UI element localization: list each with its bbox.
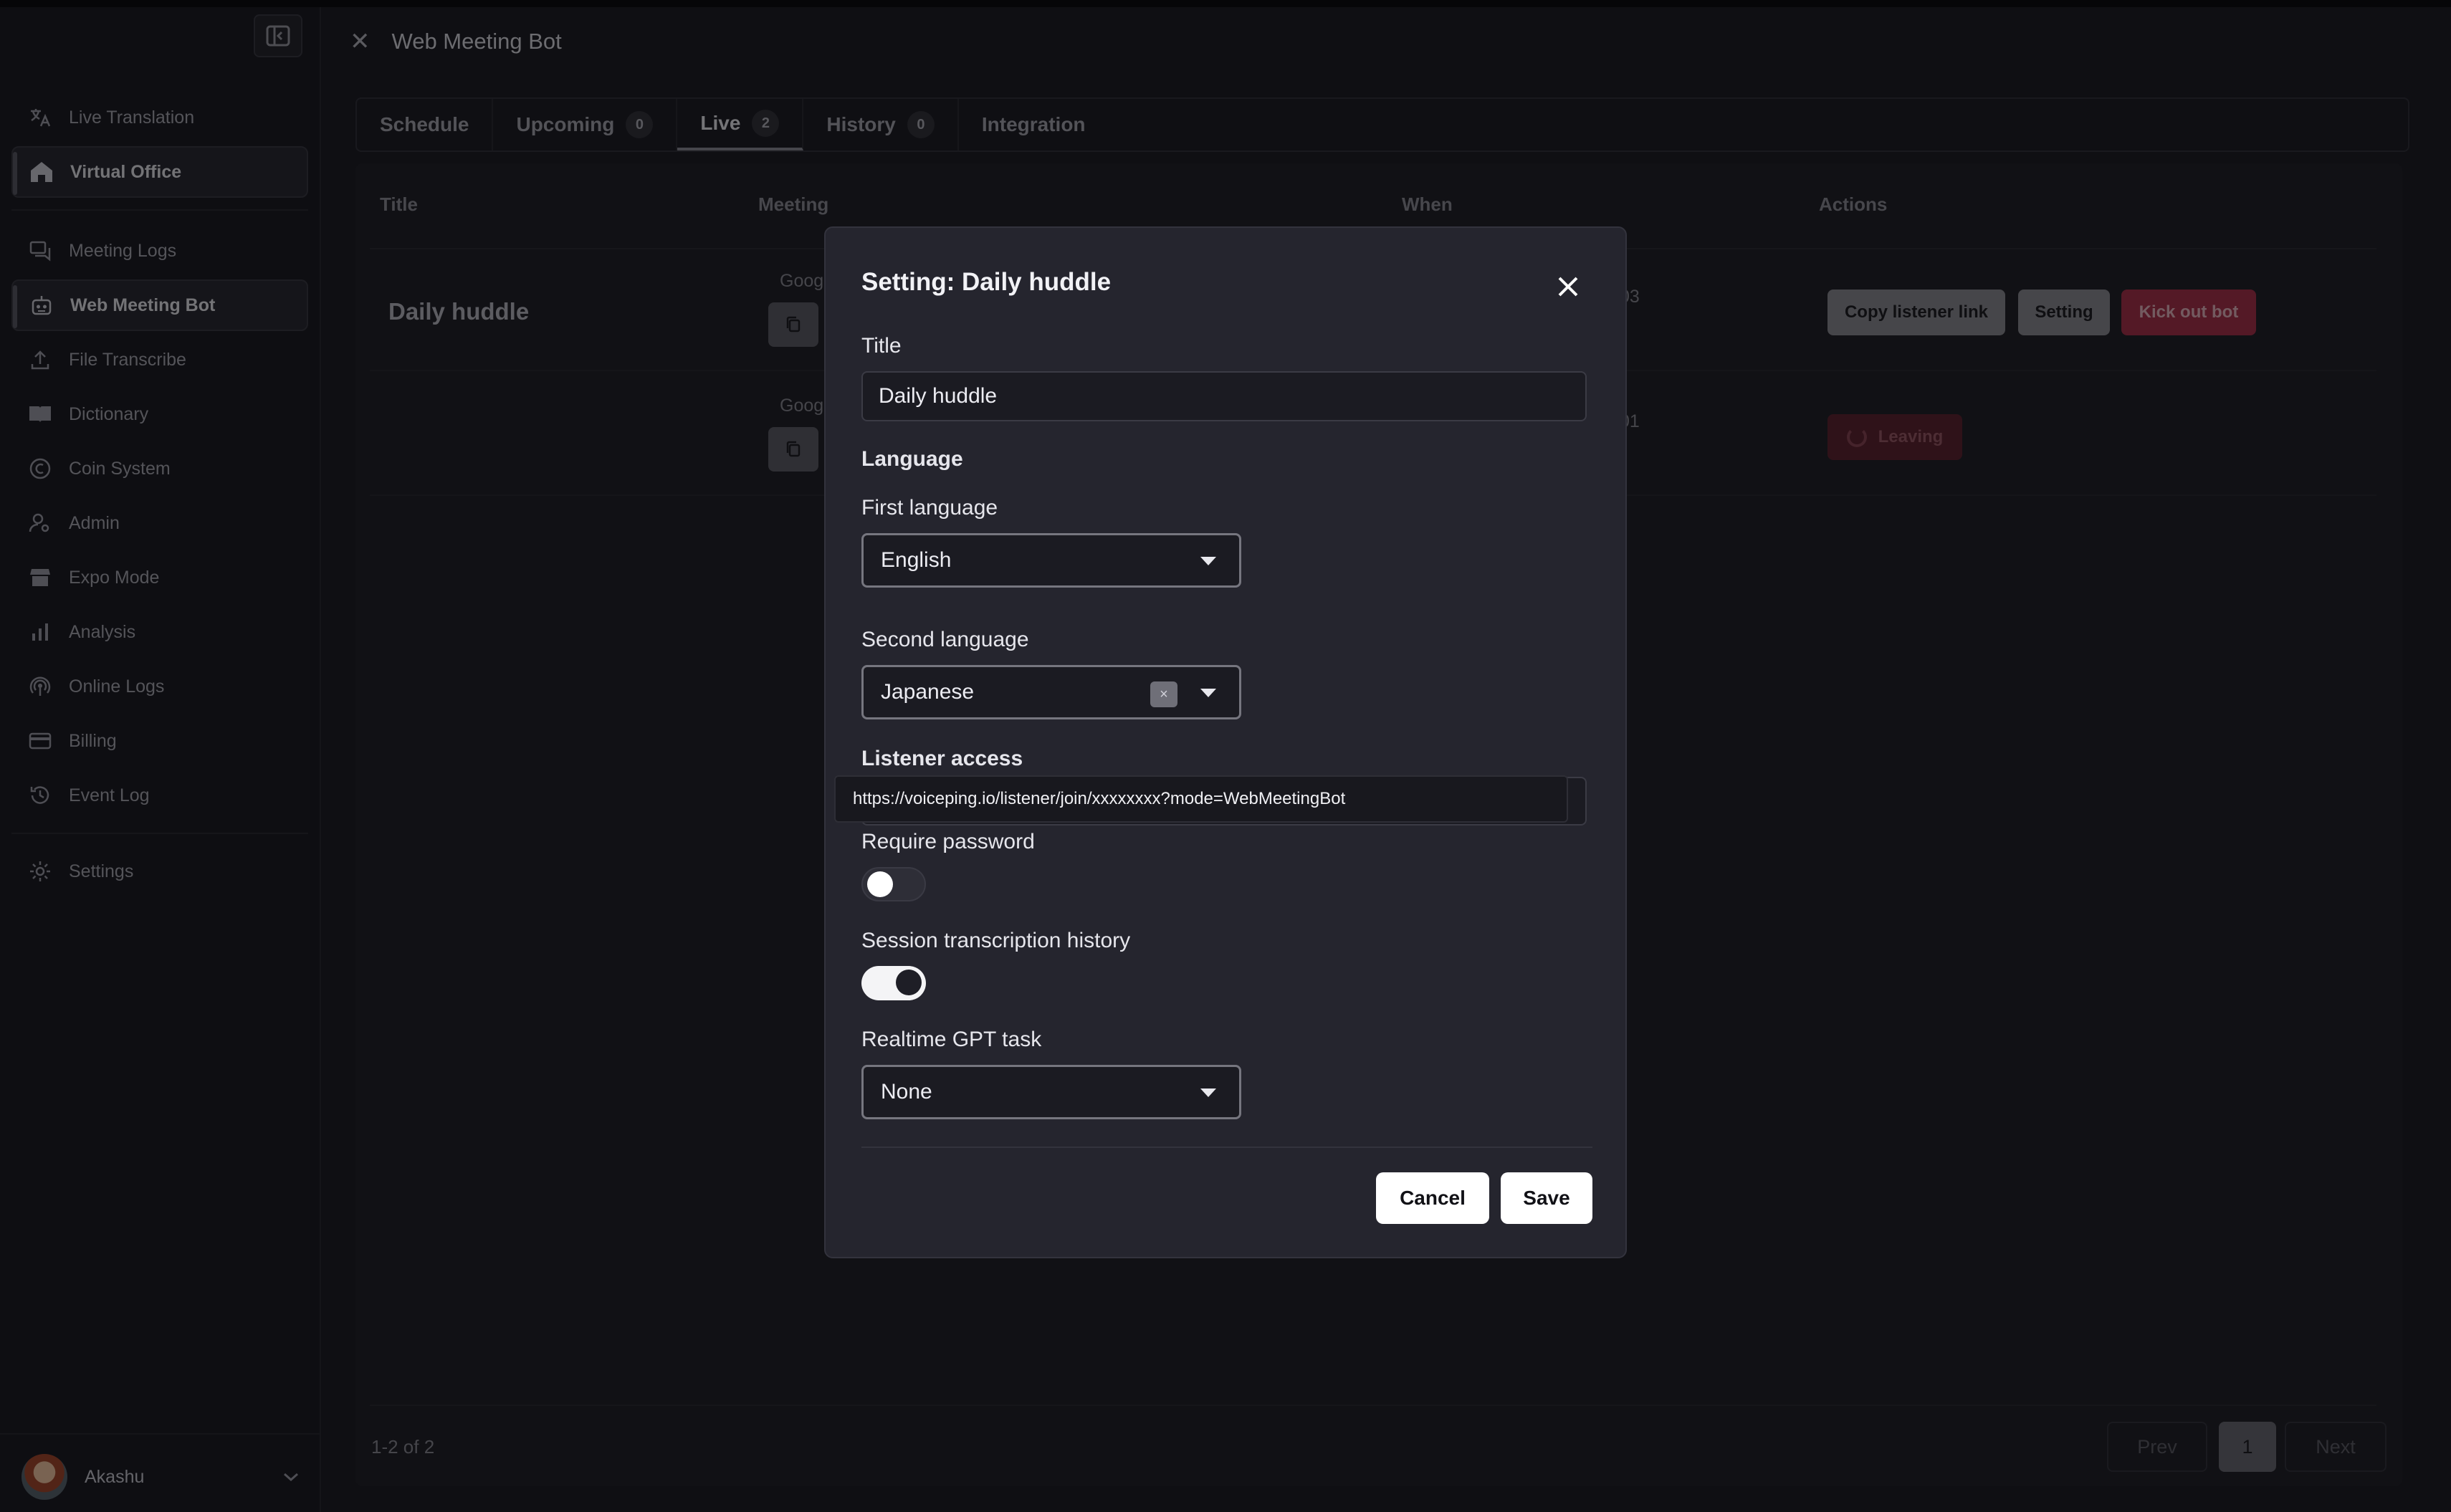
clear-selection-button[interactable]: × bbox=[1150, 681, 1177, 707]
first-language-select[interactable]: English bbox=[861, 533, 1241, 588]
select-value: Japanese bbox=[881, 680, 975, 704]
second-language-label: Second language bbox=[861, 628, 1029, 651]
caret-down-icon bbox=[1200, 689, 1216, 697]
require-password-toggle[interactable] bbox=[861, 867, 926, 901]
listener-url-tooltip: https://voiceping.io/listener/join/xxxxx… bbox=[834, 775, 1568, 823]
session-history-toggle[interactable] bbox=[861, 966, 926, 1000]
caret-down-icon bbox=[1200, 557, 1216, 565]
select-value: English bbox=[881, 548, 952, 572]
toggle-knob bbox=[896, 970, 922, 995]
second-language-select[interactable]: Japanese × bbox=[861, 665, 1241, 719]
gpt-task-label: Realtime GPT task bbox=[861, 1028, 1042, 1051]
close-dialog-button[interactable] bbox=[1549, 268, 1587, 305]
language-heading: Language bbox=[861, 447, 963, 471]
listener-access-label: Listener access bbox=[861, 747, 1023, 770]
title-label: Title bbox=[861, 334, 902, 358]
caret-down-icon bbox=[1200, 1088, 1216, 1097]
dialog-divider bbox=[861, 1147, 1592, 1148]
save-button[interactable]: Save bbox=[1501, 1172, 1592, 1224]
toggle-knob bbox=[867, 871, 893, 897]
cancel-button[interactable]: Cancel bbox=[1376, 1172, 1489, 1224]
settings-dialog: Setting: Daily huddle Title Daily huddle… bbox=[824, 226, 1627, 1258]
first-language-label: First language bbox=[861, 496, 998, 520]
close-icon bbox=[1558, 277, 1578, 297]
dialog-title: Setting: Daily huddle bbox=[861, 268, 1112, 296]
session-history-label: Session transcription history bbox=[861, 929, 1131, 952]
title-input[interactable]: Daily huddle bbox=[861, 371, 1587, 421]
gpt-task-select[interactable]: None bbox=[861, 1065, 1241, 1119]
require-password-label: Require password bbox=[861, 830, 1035, 853]
select-value: None bbox=[881, 1080, 932, 1104]
